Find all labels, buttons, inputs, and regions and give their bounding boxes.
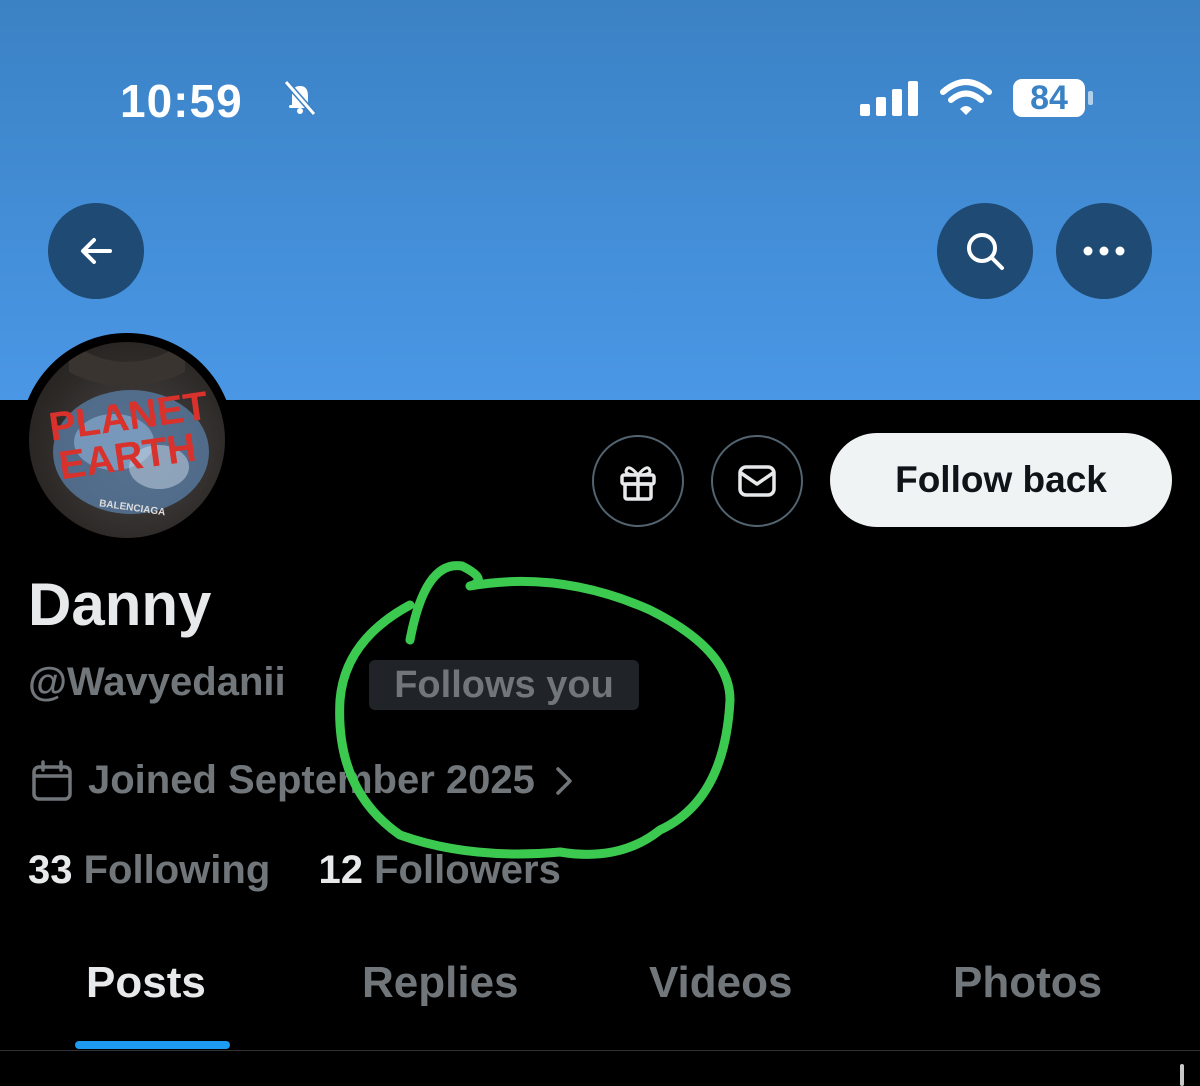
avatar[interactable]: PLANET EARTH BALENCIAGA bbox=[20, 333, 234, 547]
planet-earth-shirt-graphic: PLANET EARTH BALENCIAGA bbox=[46, 342, 211, 518]
following-count: 33 bbox=[28, 848, 73, 892]
search-button[interactable] bbox=[937, 203, 1033, 299]
chevron-right-icon bbox=[556, 766, 572, 795]
bell-slash-icon bbox=[280, 78, 320, 123]
handle: @Wavyedanii bbox=[28, 660, 286, 704]
arrow-left-icon bbox=[81, 238, 112, 264]
battery-indicator: 84 bbox=[1013, 79, 1085, 117]
following-link[interactable]: 33 Following bbox=[28, 848, 281, 892]
active-tab-indicator bbox=[75, 1041, 230, 1049]
scroll-indicator bbox=[1180, 1064, 1184, 1086]
message-button[interactable] bbox=[711, 435, 803, 527]
gift-button[interactable] bbox=[592, 435, 684, 527]
battery-tip bbox=[1088, 91, 1093, 105]
display-name: Danny bbox=[28, 571, 212, 638]
tab-posts[interactable]: Posts bbox=[86, 958, 206, 1008]
tabs-divider bbox=[0, 1050, 1200, 1051]
joined-date[interactable]: Joined September 2025 bbox=[30, 758, 579, 803]
profile-banner bbox=[0, 0, 1200, 400]
cellular-signal-icon bbox=[858, 80, 920, 121]
wifi-icon bbox=[940, 78, 992, 123]
follow-stats: 33 Following 12 Followers bbox=[28, 848, 561, 893]
joined-text: Joined September 2025 bbox=[88, 758, 535, 802]
followers-link[interactable]: 12 Followers bbox=[319, 848, 561, 892]
search-icon bbox=[967, 233, 1004, 270]
follow-back-button[interactable]: Follow back bbox=[830, 433, 1172, 527]
follows-you-badge: Follows you bbox=[369, 660, 639, 710]
more-options-button[interactable] bbox=[1056, 203, 1152, 299]
status-time: 10:59 bbox=[120, 75, 243, 127]
tab-photos[interactable]: Photos bbox=[953, 958, 1102, 1008]
tab-videos[interactable]: Videos bbox=[649, 958, 792, 1008]
back-button[interactable] bbox=[48, 203, 144, 299]
tab-replies[interactable]: Replies bbox=[362, 958, 519, 1008]
avatar-image: PLANET EARTH BALENCIAGA bbox=[29, 342, 225, 538]
calendar-icon bbox=[32, 759, 72, 801]
envelope-icon bbox=[738, 465, 776, 497]
followers-label: Followers bbox=[374, 848, 561, 892]
following-label: Following bbox=[83, 848, 271, 892]
gift-icon bbox=[620, 466, 656, 501]
more-icon bbox=[1083, 246, 1125, 256]
followers-count: 12 bbox=[318, 848, 364, 892]
